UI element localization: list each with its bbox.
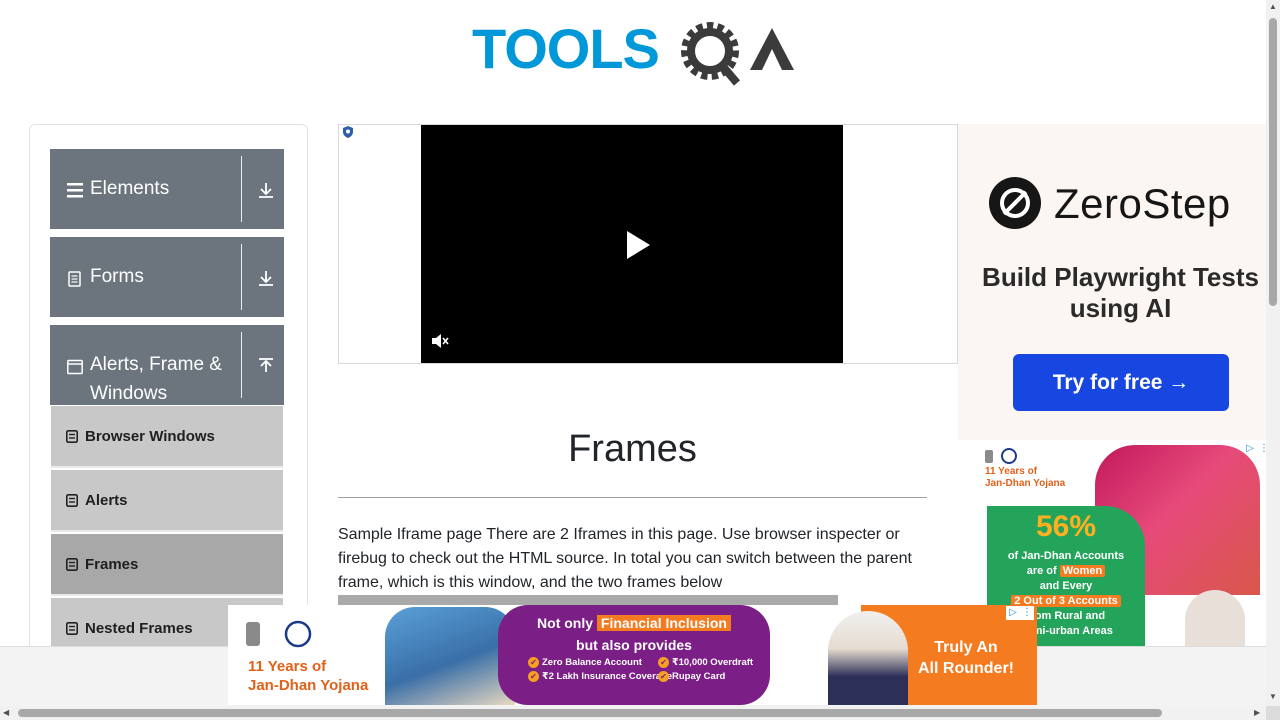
list-item-icon bbox=[66, 558, 78, 571]
zerostep-tagline: Build Playwright Tests using AI bbox=[982, 262, 1259, 323]
try-for-free-button[interactable]: Try for free → bbox=[1013, 354, 1229, 411]
jandhan-line: of Jan-Dhan Accounts bbox=[1007, 550, 1125, 562]
jandhan-line: are of Women bbox=[987, 565, 1145, 577]
jandhan-banner-ad[interactable]: 11 Years of Jan-Dhan Yojana Not only Fin… bbox=[228, 605, 1037, 705]
sidebar-item-label: Nested Frames bbox=[85, 620, 193, 637]
scroll-down-icon[interactable]: ▼ bbox=[1269, 692, 1277, 702]
ad-close-icon[interactable]: ⋮ bbox=[1020, 606, 1034, 620]
sidebar-item-label: Frames bbox=[85, 556, 139, 573]
page: TOOLS Elements Forms Alerts, Frame & Win… bbox=[0, 0, 1280, 720]
banker-photo bbox=[385, 607, 515, 705]
sidebar-group-forms[interactable]: Forms bbox=[50, 237, 284, 317]
hamburger-icon bbox=[67, 183, 83, 198]
document-icon bbox=[68, 271, 81, 287]
scroll-up-icon[interactable]: ▲ bbox=[1269, 2, 1277, 12]
group-divider bbox=[241, 244, 242, 310]
page-title: Frames bbox=[568, 428, 697, 470]
gear-icon bbox=[681, 22, 741, 86]
banner-subheadline: but also provides bbox=[576, 637, 692, 653]
download-arrow-icon[interactable] bbox=[257, 181, 275, 199]
zerostep-logo-icon bbox=[989, 177, 1041, 229]
portrait-photo bbox=[1185, 590, 1245, 647]
jandhan-percent: 56% bbox=[1035, 510, 1097, 543]
government-emblem-icon bbox=[246, 620, 312, 648]
adchoices-icon[interactable]: ▷ bbox=[1243, 442, 1257, 456]
group-label-alerts: Alerts, Frame & bbox=[90, 354, 222, 375]
ad-shield-icon[interactable] bbox=[341, 125, 355, 139]
title-divider bbox=[338, 497, 927, 498]
jandhan-years-text: 11 Years of Jan-Dhan Yojana bbox=[985, 466, 1066, 489]
upload-arrow-icon[interactable] bbox=[257, 357, 275, 375]
toolsqa-logo[interactable]: TOOLS bbox=[470, 14, 800, 94]
vertical-scrollbar[interactable]: ▲ ▼ bbox=[1266, 0, 1280, 706]
zerostep-ad[interactable]: ZeroStep Build Playwright Tests using AI… bbox=[958, 124, 1268, 440]
group-label-forms: Forms bbox=[90, 266, 144, 287]
sidebar-group-alerts-frame-windows[interactable]: Alerts, Frame & Windows bbox=[50, 325, 284, 405]
sidebar-item-browser-windows[interactable]: Browser Windows bbox=[51, 406, 283, 468]
banner-feature: Rupay Card bbox=[658, 671, 725, 682]
sidebar-item-frames[interactable]: Frames bbox=[51, 534, 283, 596]
list-item-icon bbox=[66, 622, 78, 635]
list-item-icon bbox=[66, 494, 78, 507]
sidebar-item-label: Alerts bbox=[85, 492, 128, 509]
frames-description: Sample Iframe page There are 2 Iframes i… bbox=[338, 526, 912, 591]
banner-offer-panel: Not only Financial Inclusion but also pr… bbox=[498, 605, 770, 705]
vertical-scroll-thumb[interactable] bbox=[1269, 18, 1277, 306]
download-arrow-icon[interactable] bbox=[257, 269, 275, 287]
mute-icon[interactable] bbox=[431, 333, 449, 349]
adchoices-icon[interactable]: ▷ bbox=[1006, 606, 1020, 620]
banner-slogan: Truly An All Rounder! bbox=[918, 639, 1014, 677]
play-icon[interactable] bbox=[625, 230, 651, 260]
scroll-right-icon[interactable]: ▶ bbox=[1254, 708, 1260, 718]
scrollbar-corner bbox=[1266, 706, 1280, 720]
video-ad bbox=[338, 124, 958, 364]
horizontal-scroll-thumb[interactable] bbox=[18, 709, 1162, 717]
zerostep-brand: ZeroStep bbox=[1054, 180, 1231, 227]
sidebar-group-elements[interactable]: Elements bbox=[50, 149, 284, 229]
government-emblem-icon bbox=[985, 448, 1017, 464]
banner-feature: Zero Balance Account bbox=[528, 657, 642, 668]
scroll-left-icon[interactable]: ◀ bbox=[3, 708, 9, 718]
banner-years-text: 11 Years of Jan-Dhan Yojana bbox=[248, 658, 369, 694]
video-player[interactable] bbox=[421, 125, 843, 363]
group-label-elements: Elements bbox=[90, 178, 170, 199]
logo-text-left: TOOLS bbox=[472, 17, 659, 80]
sidebar-item-label: Browser Windows bbox=[85, 428, 215, 445]
window-icon bbox=[67, 359, 83, 375]
banner-feature: ₹10,000 Overdraft bbox=[658, 657, 753, 668]
horizontal-scrollbar[interactable]: ◀ ▶ bbox=[0, 706, 1266, 720]
group-label-alerts-line2: Windows bbox=[90, 383, 168, 404]
sidebar: Elements Forms Alerts, Frame & Windows B… bbox=[29, 124, 308, 684]
banner-feature: ₹2 Lakh Insurance Coverage bbox=[528, 671, 672, 682]
list-item-icon bbox=[66, 430, 78, 443]
logo-a-shape bbox=[750, 28, 794, 70]
group-divider bbox=[241, 156, 242, 222]
banner-headline: Not only Financial Inclusion bbox=[498, 615, 770, 631]
group-divider bbox=[241, 332, 242, 398]
jandhan-line: and Every bbox=[1039, 580, 1093, 592]
sidebar-item-alerts[interactable]: Alerts bbox=[51, 470, 283, 532]
